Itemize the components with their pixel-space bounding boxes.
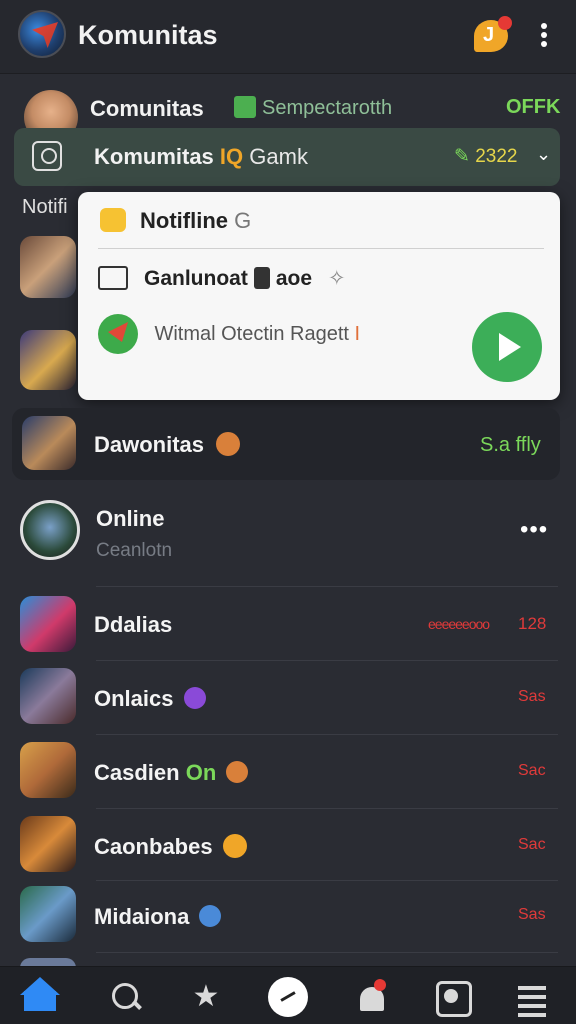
list-item-name-text: Caonbabes (94, 834, 213, 859)
popup-row-mark: I (354, 322, 361, 345)
status-badge: Sas (518, 906, 546, 923)
chevron-down-icon[interactable]: ⌄ (536, 144, 551, 165)
divider (96, 660, 558, 661)
avatar (20, 886, 76, 942)
popup-row-notification[interactable]: Notifline G (100, 208, 251, 234)
popup-row-label: Notifline (140, 208, 228, 233)
status-badge: 128 (518, 614, 547, 633)
gem-icon (183, 687, 206, 709)
group-selector[interactable]: Komumitas IQ Gamk 2322 ⌄ (14, 128, 560, 186)
compass-icon[interactable] (268, 977, 308, 1017)
notification-side-label: Notifi (22, 196, 68, 218)
avatar (20, 330, 76, 390)
list-item-name: Online (96, 506, 165, 531)
list-item[interactable]: Casdien On Sac (0, 738, 576, 808)
status-badge: Sac (518, 836, 546, 853)
avatar (20, 236, 76, 298)
bell-emoji-icon (100, 208, 126, 232)
popup-row-app[interactable]: Witmal Otectin Ragett I (98, 314, 360, 354)
group-marquee: IQ (219, 144, 244, 169)
lock-icon (253, 267, 270, 289)
list-item-name: Casdien On (94, 760, 249, 786)
game-icon (234, 96, 256, 118)
list-item[interactable]: Ddalias eeeeeeooo 128 (0, 592, 576, 658)
top-bar: Komunitas J (0, 0, 576, 74)
avatar (20, 816, 76, 872)
divider (98, 248, 544, 249)
list-item-name: Onlaics (94, 686, 206, 712)
divider (96, 734, 558, 735)
avatar (20, 668, 76, 724)
list-item[interactable]: Onlaics Sas (0, 664, 576, 734)
list-item-name-text: Dawonitas (94, 432, 205, 457)
more-horiz-icon[interactable]: ••• (520, 516, 548, 544)
popup-row-end: aoe (275, 267, 313, 290)
online-tag: On (185, 760, 217, 785)
group-icon (32, 141, 62, 171)
star-icon[interactable]: ★ (186, 977, 226, 1017)
app-logo-icon (98, 314, 138, 354)
list-item-online[interactable]: Online Ceanlotn ••• (0, 494, 576, 584)
status-badge: Sac (518, 762, 546, 779)
menu-icon[interactable] (512, 981, 552, 1021)
list-item-name-text: Onlaics (94, 686, 174, 711)
more-vert-icon[interactable] (530, 20, 558, 52)
checkbox-icon[interactable] (98, 266, 128, 290)
avatar (20, 742, 76, 798)
avatar (20, 500, 80, 560)
popup-row-label: Ganlunoat (144, 267, 248, 290)
list-item-name-text: Midaiona (94, 904, 190, 929)
divider (96, 880, 558, 881)
page-title: Komunitas (78, 20, 218, 50)
emoji-icon (199, 905, 222, 927)
group-count: 2322 (454, 145, 517, 168)
list-item-highlighted[interactable]: Dawonitas S.a ffly (12, 408, 560, 480)
popup-row-text-label: Witmal Otectin Ragett (154, 322, 349, 345)
list-item-name-text: Casdien (94, 760, 180, 785)
community-name: Comunitas (90, 96, 204, 121)
list-item-name: Ddalias (94, 612, 173, 637)
group-name: Komumitas IQ Gamk (94, 144, 308, 170)
home-icon[interactable] (20, 977, 60, 1017)
avatar (20, 596, 76, 652)
list-item-name: Dawonitas (94, 432, 241, 458)
popup-row-suffix: G (234, 208, 252, 233)
list-item[interactable]: Midaiona Sas (0, 884, 576, 954)
avatar (22, 416, 76, 470)
emoji-icon (216, 432, 241, 456)
status-badge: OFFK (506, 96, 561, 118)
community-row[interactable]: Comunitas Sempectarotth OFFK (0, 84, 576, 144)
progress-ticker: eeeeeeooo (428, 616, 490, 632)
list-item-name: Midaiona (94, 904, 222, 930)
popup-row-text: Witmal Otectin Ragett I (154, 323, 360, 346)
divider (96, 808, 558, 809)
bell-icon[interactable] (352, 977, 392, 1017)
list-item-name: Caonbabes (94, 834, 247, 860)
sparkle-icon: ✧ (328, 267, 346, 290)
notification-popup: Notifline G Ganlunoat aoe ✧ Witmal Otectin… (78, 192, 560, 400)
status-badge: Sas (518, 688, 546, 705)
divider (96, 586, 558, 587)
community-sub-text: Sempectarotth (262, 97, 393, 119)
group-suffix: Gamk (249, 144, 308, 169)
emoji-icon (226, 761, 249, 783)
search-icon[interactable] (106, 977, 146, 1017)
popup-row-game[interactable]: Ganlunoat aoe ✧ (98, 266, 346, 291)
group-name-text: Komumitas (94, 144, 214, 169)
list-item[interactable]: Caonbabes Sac (0, 812, 576, 882)
emoji-icon (222, 834, 247, 858)
play-button[interactable] (472, 312, 542, 382)
status-badge: S.a ffly (480, 434, 541, 456)
community-sub: Sempectarotth (234, 96, 392, 120)
chat-bubble-icon[interactable]: J (474, 16, 512, 52)
bottom-nav: ★ (0, 966, 576, 1024)
list-item-sub: Ceanlotn (96, 540, 173, 561)
app-logo (18, 10, 66, 58)
divider (96, 952, 558, 953)
square-icon[interactable] (432, 977, 472, 1017)
